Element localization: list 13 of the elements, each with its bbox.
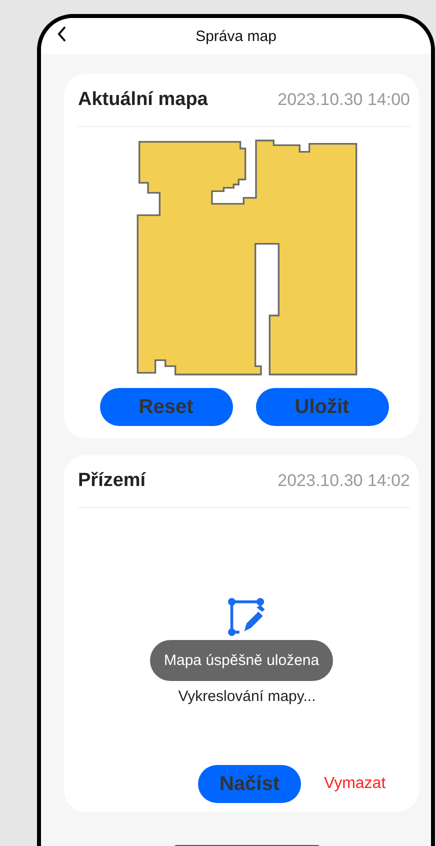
map-drawing-icon [228,598,266,636]
map-date: 2023.10.30 14:00 [278,90,410,110]
primary-button[interactable]: Načíst [198,765,301,803]
back-icon[interactable] [57,26,67,42]
primary-button[interactable]: Reset [100,388,232,426]
toast-message: Mapa úspěšně uložena [150,640,334,681]
map-date: 2023.10.30 14:02 [278,471,410,491]
map-name: Přízemí [78,470,146,492]
delete-button[interactable]: Vymazat [324,775,386,793]
primary-button[interactable]: Uložit [256,388,388,426]
drawing-status: Vykreslování mapy... [178,688,316,705]
screen-title: Správa map [196,28,276,44]
map-name: Aktuální mapa [78,89,208,111]
